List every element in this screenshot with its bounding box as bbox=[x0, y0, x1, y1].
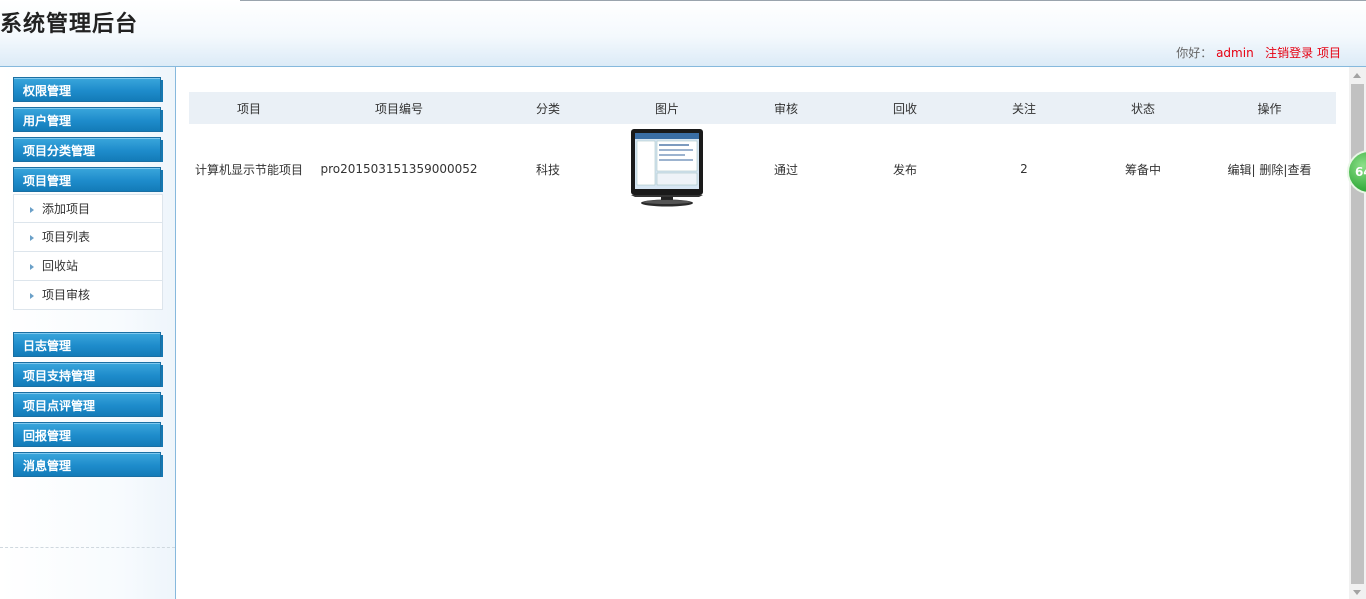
cell-status: 筹备中 bbox=[1124, 162, 1161, 177]
submenu-project-list[interactable]: 项目列表 bbox=[13, 223, 163, 252]
vertical-scrollbar[interactable] bbox=[1349, 67, 1366, 599]
view-link[interactable]: 查看 bbox=[1287, 163, 1311, 177]
menu-project[interactable]: 项目管理 bbox=[13, 167, 163, 192]
column-header: 项目 bbox=[189, 92, 309, 124]
menu-project-support[interactable]: 项目支持管理 bbox=[13, 362, 163, 387]
column-header: 关注 bbox=[965, 92, 1083, 124]
submenu-add-project[interactable]: 添加项目 bbox=[13, 194, 163, 223]
cell-audit: 通过 bbox=[773, 162, 798, 177]
monitor-image bbox=[631, 128, 703, 206]
sidebar-divider bbox=[0, 547, 175, 548]
column-header: 项目编号 bbox=[309, 92, 489, 124]
scroll-down-arrow-icon[interactable] bbox=[1353, 590, 1361, 595]
table-header-row: 项目 项目编号 分类 图片 审核 回收 关注 状态 操作 bbox=[189, 92, 1336, 124]
project-submenu: 添加项目 项目列表 回收站 项目审核 bbox=[13, 194, 163, 310]
page-title: 系统管理后台 bbox=[0, 12, 139, 37]
username: admin bbox=[1216, 46, 1254, 60]
menu-message[interactable]: 消息管理 bbox=[13, 452, 163, 477]
project-link[interactable]: 项目 bbox=[1317, 46, 1341, 60]
triangle-right-icon bbox=[30, 292, 34, 299]
column-header: 状态 bbox=[1083, 92, 1203, 124]
cell-image bbox=[607, 124, 727, 214]
menu-reward[interactable]: 回报管理 bbox=[13, 422, 163, 447]
triangle-right-icon bbox=[30, 234, 34, 241]
column-header: 分类 bbox=[489, 92, 607, 124]
logout-link[interactable]: 注销登录 bbox=[1265, 46, 1313, 60]
submenu-project-audit[interactable]: 项目审核 bbox=[13, 281, 163, 310]
menu-project-review[interactable]: 项目点评管理 bbox=[13, 392, 163, 417]
menu-project-category[interactable]: 项目分类管理 bbox=[13, 137, 163, 162]
column-header: 操作 bbox=[1203, 92, 1336, 124]
scroll-up-arrow-icon[interactable] bbox=[1353, 73, 1361, 78]
project-table: 项目 项目编号 分类 图片 审核 回收 关注 状态 操作 计算机显示节能项目 p… bbox=[189, 92, 1336, 214]
project-thumbnail[interactable] bbox=[627, 127, 707, 209]
column-header: 回收 bbox=[845, 92, 965, 124]
cell-follows: 2 bbox=[1020, 162, 1028, 176]
cell-recycle: 发布 bbox=[892, 162, 917, 177]
column-header: 图片 bbox=[607, 92, 727, 124]
main-content: 项目 项目编号 分类 图片 审核 回收 关注 状态 操作 计算机显示节能项目 p… bbox=[176, 67, 1349, 599]
sidebar: 权限管理 用户管理 项目分类管理 项目管理 添加项目 项目列表 回收站 项目审核… bbox=[0, 67, 176, 599]
cell-project-code: pro201503151359000052 bbox=[320, 162, 478, 176]
cell-category: 科技 bbox=[535, 162, 560, 177]
header-bar: 系统管理后台 你好： admin 注销登录 项目 bbox=[0, 0, 1366, 67]
triangle-right-icon bbox=[30, 206, 34, 213]
menu-user[interactable]: 用户管理 bbox=[13, 107, 163, 132]
greeting-label: 你好： bbox=[1176, 46, 1213, 60]
menu-permission[interactable]: 权限管理 bbox=[13, 77, 163, 102]
menu-log[interactable]: 日志管理 bbox=[13, 332, 163, 357]
delete-link[interactable]: 删除| bbox=[1259, 163, 1287, 177]
user-bar: 你好： admin 注销登录 项目 bbox=[1176, 44, 1341, 61]
submenu-recycle-bin[interactable]: 回收站 bbox=[13, 252, 163, 281]
top-divider bbox=[240, 0, 1366, 1]
cell-project-name: 计算机显示节能项目 bbox=[194, 162, 303, 177]
cell-actions: 编辑| 删除|查看 bbox=[1203, 124, 1336, 214]
triangle-right-icon bbox=[30, 263, 34, 270]
table-row: 计算机显示节能项目 pro201503151359000052 科技 通过 发布… bbox=[189, 124, 1336, 214]
column-header: 审核 bbox=[727, 92, 845, 124]
edit-link[interactable]: 编辑| bbox=[1228, 163, 1256, 177]
